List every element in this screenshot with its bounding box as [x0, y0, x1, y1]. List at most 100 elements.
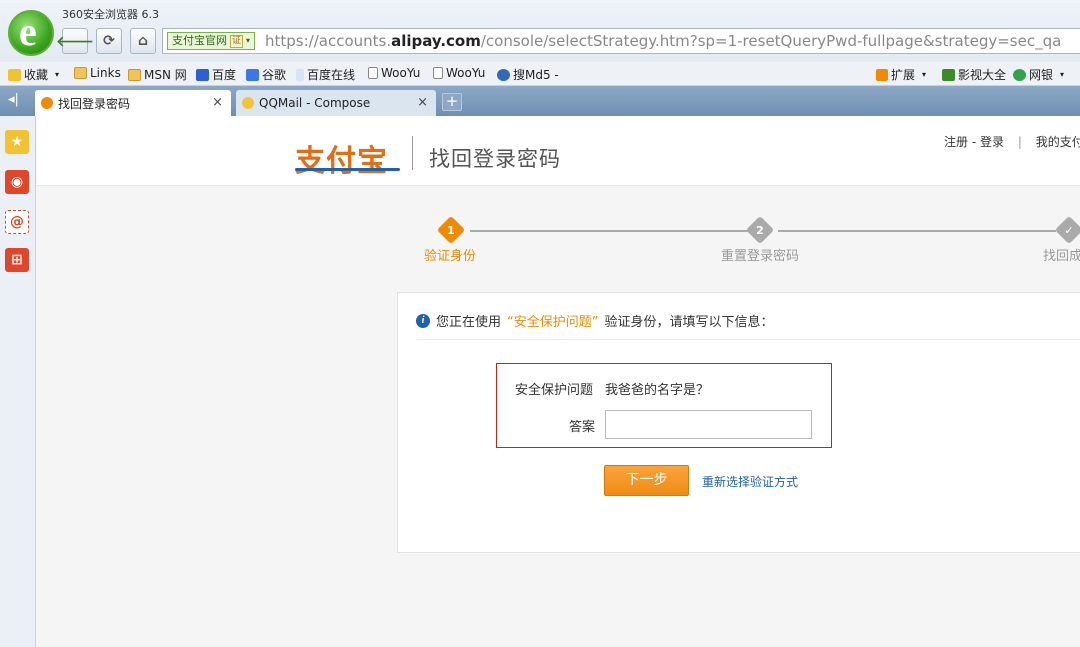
site-identity-badge[interactable]: 支付宝官网 证 ▾ — [167, 32, 256, 50]
bookmark-links[interactable]: Links — [74, 66, 121, 80]
home-button[interactable]: ⌂ — [130, 28, 156, 54]
refresh-button[interactable]: ⟳ — [96, 28, 122, 54]
top-links: 注册 - 登录 | 我的支付宝 — [944, 133, 1080, 150]
video-icon — [942, 68, 955, 81]
notice-prefix: 您正在使用 — [436, 315, 502, 330]
bookmark-wooyu-2[interactable]: WooYu — [433, 66, 485, 80]
page-content: 支付宝 找回登录密码 注册 - 登录 | 我的支付宝 1 验证身份 2 重置登录… — [37, 116, 1080, 647]
refresh-icon: ⟳ — [103, 33, 115, 49]
tab-history-icon[interactable]: ◂| — [8, 92, 19, 107]
close-tab-icon[interactable]: × — [417, 95, 428, 110]
reselect-method-link[interactable]: 重新选择验证方式 — [702, 473, 798, 490]
bookmark-label: 扩展 — [891, 68, 916, 82]
question-text: 我爸爸的名字是？ — [605, 383, 710, 398]
bookmark-label: 搜Md5 - — [513, 68, 559, 82]
register-link[interactable]: 注册 — [944, 135, 968, 149]
chevron-down-icon: ▾ — [922, 70, 927, 79]
divider — [416, 339, 1080, 340]
bookmark-favorites[interactable]: 收藏 ▾ — [8, 66, 59, 83]
url-domain: alipay.com — [391, 32, 481, 50]
login-link[interactable]: 登录 — [980, 135, 1004, 149]
notice-method-highlight: “安全保护问题” — [507, 315, 599, 330]
header-divider — [412, 136, 413, 170]
browser-titlebar: 360安全浏览器 6.3 🡐 ⟳ ⌂ 支付宝官网 证 ▾ https://acc… — [0, 0, 1080, 62]
google-icon — [246, 68, 259, 81]
alipay-logo[interactable]: 支付宝 — [295, 136, 388, 180]
page-icon — [433, 67, 443, 79]
qqmail-favicon-icon — [242, 97, 254, 109]
star-icon — [8, 68, 21, 81]
bookmark-label: 收藏 — [24, 68, 49, 82]
page-icon — [368, 67, 378, 79]
step-1-marker: 1 — [436, 215, 466, 245]
shopping-bag-icon[interactable]: ⊞ — [5, 248, 29, 272]
bookmark-label: 百度在线 — [307, 68, 356, 82]
answer-input[interactable] — [605, 410, 812, 439]
step-number: 1 — [447, 223, 455, 237]
bookmark-label: WooYu — [381, 66, 421, 80]
home-icon: ⌂ — [137, 33, 149, 49]
favorites-star-icon[interactable]: ★ — [5, 130, 29, 154]
bookmark-label: 百度 — [212, 68, 237, 82]
md5-icon — [497, 68, 510, 81]
mail-at-icon[interactable]: @ — [5, 210, 29, 234]
progress-steps: 1 验证身份 2 重置登录密码 ✓ 找回成功 — [37, 215, 1080, 266]
close-tab-icon[interactable]: × — [212, 95, 223, 110]
bookmark-baidu-online[interactable]: 百度在线 — [296, 66, 355, 83]
tab-bar: ◂| 找回登录密码 × QQMail - Compose × + — [0, 86, 1080, 116]
site-badge-label: 支付宝官网 — [172, 34, 227, 47]
info-icon: i — [416, 313, 430, 328]
ebank-bookmark[interactable]: 网银 ▾ — [1013, 66, 1064, 83]
step-1-label: 验证身份 — [424, 249, 477, 264]
video-bookmark[interactable]: 影视大全 — [942, 66, 1006, 83]
bookmark-msn[interactable]: MSN 网 — [128, 66, 187, 83]
answer-label: 答案 — [569, 420, 596, 435]
bookmark-md5[interactable]: 搜Md5 - — [497, 66, 559, 83]
back-button[interactable]: 🡐 — [56, 28, 94, 54]
chevron-down-icon: ▾ — [1060, 70, 1065, 79]
extensions-icon — [876, 68, 888, 81]
step-3-marker: ✓ — [1054, 215, 1080, 245]
tab-qqmail[interactable]: QQMail - Compose × — [236, 90, 436, 116]
bookmark-label: 网银 — [1029, 68, 1054, 82]
browser-sidebar: ★ ◉ @ ⊞ — [0, 116, 36, 647]
bookmark-google[interactable]: 谷歌 — [246, 66, 286, 83]
bookmark-wooyu-1[interactable]: WooYu — [368, 66, 420, 80]
page-header: 支付宝 找回登录密码 注册 - 登录 | 我的支付宝 — [37, 116, 1080, 186]
next-step-button[interactable]: 下一步 — [604, 465, 689, 496]
link-separator: - — [971, 135, 977, 149]
step-number: 2 — [756, 223, 764, 237]
bookmark-label: Links — [90, 66, 121, 80]
step-2-marker: 2 — [745, 215, 775, 245]
bookmark-label: MSN 网 — [144, 68, 187, 82]
url-prefix: https://accounts. — [265, 32, 392, 50]
tab-label: 找回登录密码 — [58, 96, 131, 111]
notice-suffix: 验证身份，请填写以下信息： — [604, 315, 774, 330]
folder-icon — [74, 67, 87, 79]
bookmark-label: 影视大全 — [958, 68, 1007, 82]
step-connector — [470, 230, 748, 232]
browser-logo-icon — [8, 8, 54, 56]
my-alipay-link[interactable]: 我的支付宝 — [1036, 135, 1080, 149]
step-connector — [778, 230, 1056, 232]
shield-icon — [1013, 68, 1026, 81]
bookmark-baidu[interactable]: 百度 — [196, 66, 236, 83]
app-title: 360安全浏览器 6.3 — [62, 8, 159, 21]
url-path: /console/selectStrategy.htm?sp=1-resetQu… — [480, 32, 1062, 50]
verification-notice: i 您正在使用 “安全保护问题” 验证身份，请填写以下信息： — [416, 311, 774, 330]
url-text[interactable]: https://accounts.alipay.com/console/sele… — [265, 32, 1061, 50]
weibo-icon[interactable]: ◉ — [5, 170, 29, 194]
checkmark-icon: ✓ — [1064, 223, 1074, 237]
step-2-label: 重置登录密码 — [721, 249, 800, 264]
bookmark-label: WooYu — [446, 66, 486, 80]
folder-icon — [128, 68, 141, 81]
address-bar[interactable]: 支付宝官网 证 ▾ https://accounts.alipay.com/co… — [162, 28, 1080, 54]
baidu-online-icon — [296, 68, 304, 81]
extensions-menu[interactable]: 扩展 ▾ — [876, 66, 926, 83]
question-label: 安全保护问题 — [515, 383, 594, 398]
page-title: 找回登录密码 — [429, 147, 561, 171]
chevron-down-icon: ▾ — [55, 70, 60, 79]
tab-find-password[interactable]: 找回登录密码 × — [35, 90, 231, 116]
alipay-favicon-icon — [41, 97, 53, 109]
new-tab-button[interactable]: + — [442, 93, 462, 111]
